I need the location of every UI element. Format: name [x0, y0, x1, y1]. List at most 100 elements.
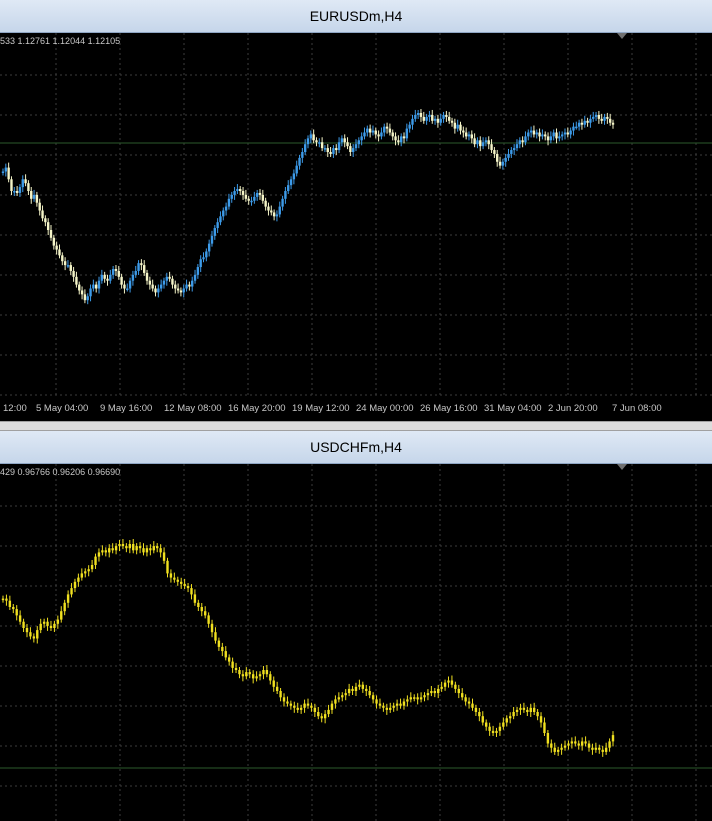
candle-body	[329, 152, 332, 154]
candle-body	[470, 134, 473, 139]
chart-shift-marker[interactable]	[617, 464, 627, 470]
candle-body	[399, 703, 402, 706]
time-tick-label: 19 May 12:00	[292, 403, 350, 414]
candle-body	[159, 548, 162, 553]
candle-body	[60, 611, 63, 620]
candle-body	[32, 194, 36, 199]
usdchf-price-plot[interactable]	[0, 464, 712, 821]
candle-body	[289, 703, 293, 706]
candle-body	[1, 171, 5, 173]
candle-body	[332, 148, 335, 154]
candle-body	[101, 550, 104, 553]
candle-body	[73, 581, 77, 589]
candle-body	[344, 693, 347, 696]
candle-body	[550, 743, 553, 748]
candle-body	[450, 120, 454, 123]
candle-body	[600, 118, 603, 121]
candle-body	[592, 116, 595, 119]
candle-body	[56, 619, 60, 624]
candle-body	[512, 712, 515, 717]
candle-body	[526, 709, 529, 712]
candle-body	[423, 695, 426, 698]
candle-body	[354, 686, 358, 691]
candle-body	[306, 703, 310, 706]
candle-body	[495, 730, 498, 733]
candle-body	[368, 691, 371, 696]
eurusd-price-plot[interactable]	[0, 33, 712, 398]
eurusd-title-bar[interactable]: EURUSDm,H4	[0, 0, 712, 33]
candle-body	[608, 118, 612, 123]
candle-body	[371, 695, 375, 700]
candle-body	[15, 609, 18, 616]
candle-body	[447, 680, 450, 683]
candle-body	[347, 688, 351, 694]
usdchf-chart-window[interactable]: USDCHFm,H4 429 0.96766 0.96206 0.96690	[0, 431, 712, 821]
candle-body	[210, 623, 214, 633]
candle-body	[437, 688, 440, 694]
candle-body	[213, 228, 217, 236]
candle-body	[478, 712, 481, 717]
candle-body	[174, 284, 177, 289]
candle-body	[190, 588, 193, 595]
usdchf-title-bar[interactable]: USDCHFm,H4	[0, 431, 712, 464]
candle-body	[395, 703, 399, 706]
candle-body	[604, 747, 608, 752]
candle-body	[535, 132, 538, 135]
candle-body	[221, 646, 224, 652]
candle-body	[152, 546, 155, 551]
candle-body	[385, 707, 389, 710]
candle-body	[234, 667, 238, 670]
candle-body	[203, 611, 207, 616]
candle-body	[159, 284, 163, 289]
candle-body	[536, 712, 539, 717]
candle-body	[334, 699, 337, 704]
candle-body	[111, 548, 114, 551]
candle-body	[577, 122, 581, 127]
candle-body	[55, 245, 58, 250]
candle-body	[197, 602, 200, 607]
candle-body	[519, 707, 522, 710]
candle-body	[611, 122, 615, 125]
candle-body	[238, 670, 241, 675]
candle-body	[207, 615, 210, 624]
candle-body	[422, 116, 425, 121]
candle-body	[467, 701, 471, 704]
candle-body	[515, 709, 519, 712]
candle-body	[281, 198, 284, 207]
usdchf-title: USDCHFm,H4	[310, 439, 402, 455]
candle-body	[549, 136, 553, 141]
candle-body	[443, 682, 447, 687]
candle-body	[128, 544, 131, 549]
candle-body	[529, 130, 533, 133]
candle-body	[61, 255, 64, 262]
candle-body	[299, 707, 303, 710]
window-separator[interactable]	[0, 421, 712, 431]
eurusd-chart-window[interactable]: EURUSDm,H4 533 1.12761 1.12044 1.12105 1…	[0, 0, 712, 421]
candle-body	[453, 122, 457, 129]
candle-body	[293, 705, 296, 708]
candle-body	[38, 202, 41, 211]
time-tick-label: 12 May 08:00	[164, 403, 222, 414]
candle-body	[474, 707, 478, 712]
candle-body	[351, 148, 355, 152]
candle-body	[459, 124, 462, 131]
candle-body	[202, 257, 205, 260]
candle-body	[532, 130, 536, 135]
candle-body	[157, 288, 160, 293]
candle-body	[108, 548, 111, 553]
candle-body	[541, 134, 544, 137]
candle-body	[318, 142, 321, 144]
candle-body	[27, 183, 30, 191]
candle-body	[97, 552, 101, 557]
chart-shift-marker[interactable]	[617, 33, 627, 39]
candle-body	[366, 128, 369, 133]
candle-body	[589, 118, 592, 123]
candle-body	[70, 588, 73, 595]
candle-body	[310, 705, 313, 708]
candle-body	[193, 594, 197, 603]
candle-body	[49, 625, 53, 628]
candle-body	[137, 263, 140, 271]
candle-body	[205, 251, 208, 258]
candle-body	[450, 680, 454, 685]
candle-body	[546, 733, 550, 744]
